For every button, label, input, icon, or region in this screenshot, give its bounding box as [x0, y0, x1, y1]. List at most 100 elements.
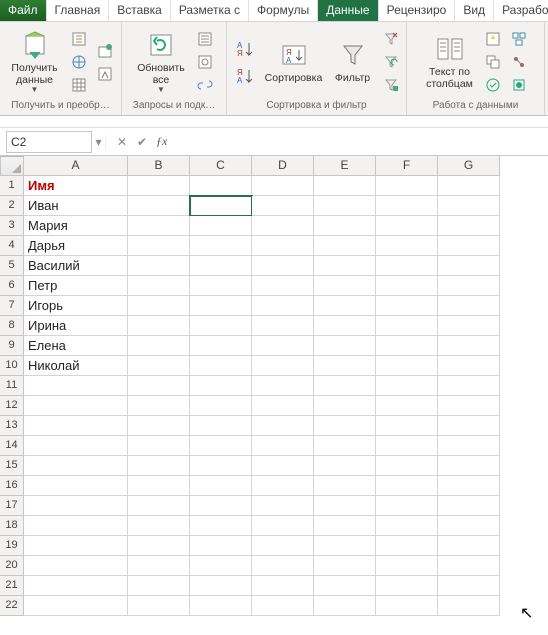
- existing-connections-button[interactable]: [95, 64, 115, 84]
- cell-G17[interactable]: [438, 496, 500, 516]
- cell-G2[interactable]: [438, 196, 500, 216]
- cell-F20[interactable]: [376, 556, 438, 576]
- cell-A21[interactable]: [24, 576, 128, 596]
- cell-G8[interactable]: [438, 316, 500, 336]
- cell-G12[interactable]: [438, 396, 500, 416]
- cell-F5[interactable]: [376, 256, 438, 276]
- cell-C8[interactable]: [190, 316, 252, 336]
- cell-E22[interactable]: [314, 596, 376, 616]
- cell-C16[interactable]: [190, 476, 252, 496]
- cell-E8[interactable]: [314, 316, 376, 336]
- row-header-14[interactable]: 14: [0, 436, 24, 456]
- tab-review[interactable]: Рецензиро: [379, 0, 456, 21]
- cell-D14[interactable]: [252, 436, 314, 456]
- cell-B5[interactable]: [128, 256, 190, 276]
- cell-C5[interactable]: [190, 256, 252, 276]
- clear-filter-button[interactable]: [381, 29, 401, 49]
- cell-B4[interactable]: [128, 236, 190, 256]
- cell-A3[interactable]: Мария: [24, 216, 128, 236]
- get-data-button[interactable]: Получить данные ▼: [7, 29, 63, 95]
- from-text-csv-button[interactable]: [69, 29, 89, 49]
- from-table-button[interactable]: [69, 75, 89, 95]
- cell-E10[interactable]: [314, 356, 376, 376]
- cell-D3[interactable]: [252, 216, 314, 236]
- cell-A16[interactable]: [24, 476, 128, 496]
- cell-C4[interactable]: [190, 236, 252, 256]
- tab-developer[interactable]: Разработч: [494, 0, 548, 21]
- cell-G15[interactable]: [438, 456, 500, 476]
- tab-formulas[interactable]: Формулы: [249, 0, 318, 21]
- cell-B10[interactable]: [128, 356, 190, 376]
- cell-D11[interactable]: [252, 376, 314, 396]
- cell-G22[interactable]: [438, 596, 500, 616]
- cell-G7[interactable]: [438, 296, 500, 316]
- cell-D16[interactable]: [252, 476, 314, 496]
- cell-C13[interactable]: [190, 416, 252, 436]
- cell-G3[interactable]: [438, 216, 500, 236]
- cell-G21[interactable]: [438, 576, 500, 596]
- cell-A4[interactable]: Дарья: [24, 236, 128, 256]
- cell-A15[interactable]: [24, 456, 128, 476]
- cell-D20[interactable]: [252, 556, 314, 576]
- tab-data[interactable]: Данные: [318, 0, 378, 21]
- cell-E14[interactable]: [314, 436, 376, 456]
- tab-view[interactable]: Вид: [455, 0, 494, 21]
- cell-E5[interactable]: [314, 256, 376, 276]
- cell-E11[interactable]: [314, 376, 376, 396]
- row-header-21[interactable]: 21: [0, 576, 24, 596]
- cell-B17[interactable]: [128, 496, 190, 516]
- sort-button[interactable]: ЯА Сортировка: [263, 39, 325, 85]
- cell-G14[interactable]: [438, 436, 500, 456]
- cell-A5[interactable]: Василий: [24, 256, 128, 276]
- cell-A22[interactable]: [24, 596, 128, 616]
- reapply-button[interactable]: [381, 52, 401, 72]
- cell-A19[interactable]: [24, 536, 128, 556]
- cell-B19[interactable]: [128, 536, 190, 556]
- cell-A14[interactable]: [24, 436, 128, 456]
- row-header-4[interactable]: 4: [0, 236, 24, 256]
- cell-E21[interactable]: [314, 576, 376, 596]
- row-header-18[interactable]: 18: [0, 516, 24, 536]
- cell-A10[interactable]: Николай: [24, 356, 128, 376]
- cell-D10[interactable]: [252, 356, 314, 376]
- cell-F6[interactable]: [376, 276, 438, 296]
- cell-G11[interactable]: [438, 376, 500, 396]
- refresh-all-button[interactable]: Обновить все ▼: [133, 29, 189, 95]
- cell-C17[interactable]: [190, 496, 252, 516]
- cell-G5[interactable]: [438, 256, 500, 276]
- cell-D7[interactable]: [252, 296, 314, 316]
- from-web-button[interactable]: [69, 52, 89, 72]
- cell-A7[interactable]: Игорь: [24, 296, 128, 316]
- queries-connections-button[interactable]: [195, 29, 215, 49]
- cell-F19[interactable]: [376, 536, 438, 556]
- data-validation-button[interactable]: [483, 75, 503, 95]
- cell-B9[interactable]: [128, 336, 190, 356]
- row-header-13[interactable]: 13: [0, 416, 24, 436]
- cell-A11[interactable]: [24, 376, 128, 396]
- col-header-C[interactable]: C: [190, 156, 252, 176]
- cell-C3[interactable]: [190, 216, 252, 236]
- row-header-3[interactable]: 3: [0, 216, 24, 236]
- relationships-button[interactable]: [509, 52, 529, 72]
- cell-A1[interactable]: Имя: [24, 176, 128, 196]
- cell-F18[interactable]: [376, 516, 438, 536]
- filter-button[interactable]: Фильтр: [331, 39, 375, 85]
- cell-D4[interactable]: [252, 236, 314, 256]
- cell-A18[interactable]: [24, 516, 128, 536]
- cell-E6[interactable]: [314, 276, 376, 296]
- cell-C21[interactable]: [190, 576, 252, 596]
- cell-D6[interactable]: [252, 276, 314, 296]
- cell-F15[interactable]: [376, 456, 438, 476]
- cell-F4[interactable]: [376, 236, 438, 256]
- remove-dups-button[interactable]: [483, 52, 503, 72]
- cell-E19[interactable]: [314, 536, 376, 556]
- row-header-19[interactable]: 19: [0, 536, 24, 556]
- cell-A6[interactable]: Петр: [24, 276, 128, 296]
- fx-icon[interactable]: ƒx: [156, 134, 167, 149]
- cell-B12[interactable]: [128, 396, 190, 416]
- cell-B6[interactable]: [128, 276, 190, 296]
- cell-B1[interactable]: [128, 176, 190, 196]
- recent-sources-button[interactable]: [95, 41, 115, 61]
- name-box[interactable]: [6, 131, 92, 153]
- cell-F14[interactable]: [376, 436, 438, 456]
